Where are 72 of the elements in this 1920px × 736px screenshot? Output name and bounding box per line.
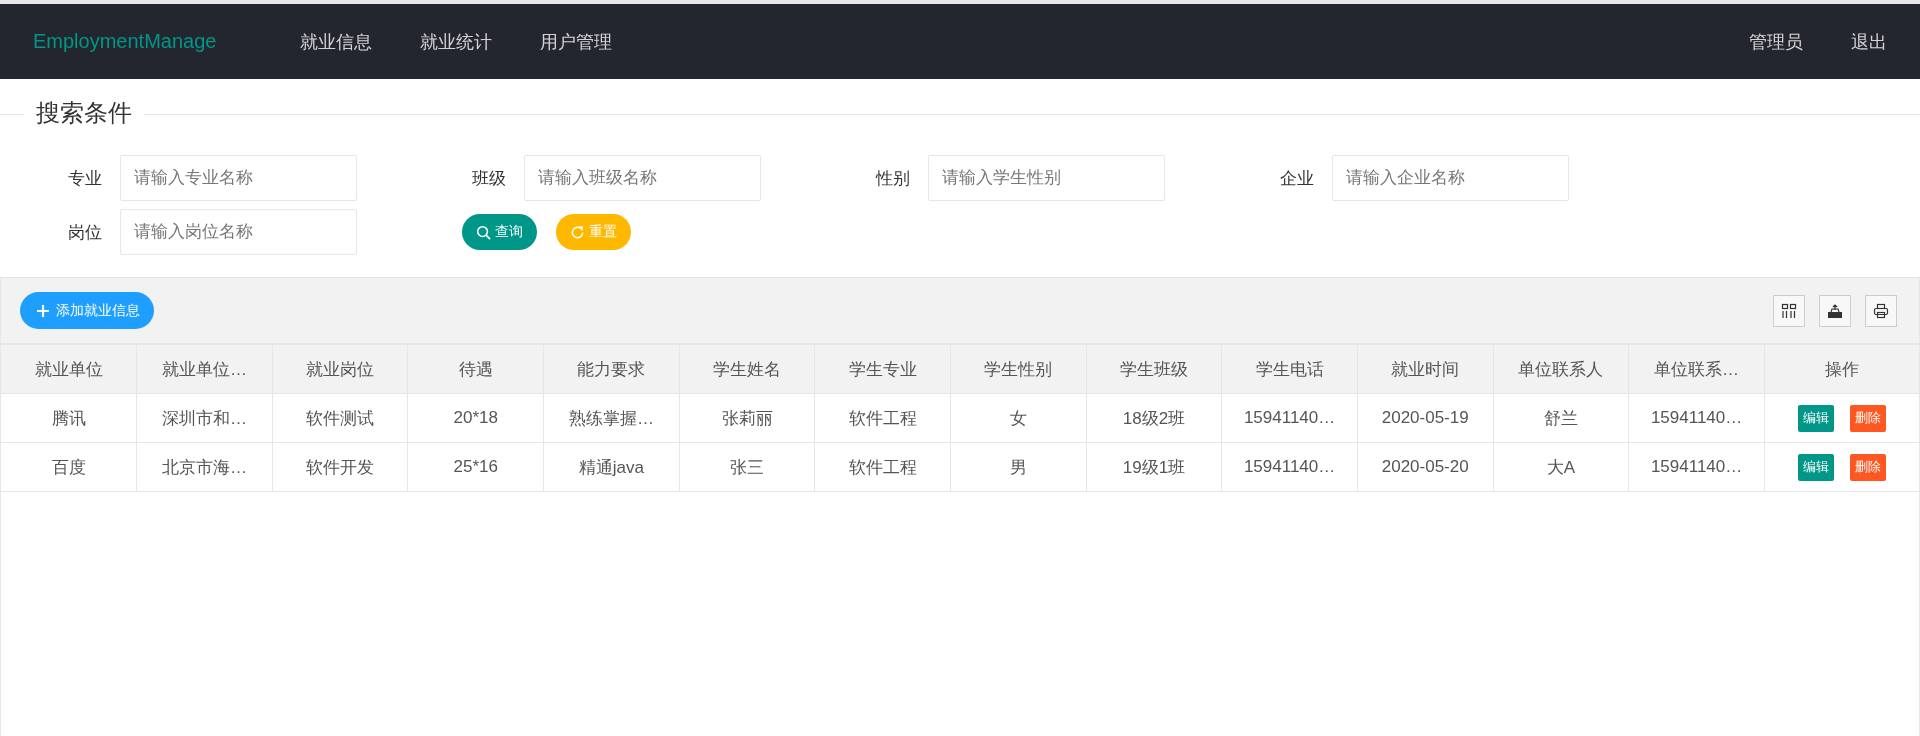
table-cell: 15941140… [1221,393,1358,443]
nav-link[interactable]: 就业统计 [420,29,492,54]
columns-icon [1781,302,1797,319]
table-cell: 北京市海… [136,442,273,492]
input-field[interactable]: 请输入企业名称 [1332,155,1569,201]
field-label: 专业 [67,167,103,190]
input-field[interactable]: 请输入专业名称 [120,155,357,201]
table-cell: 张莉丽 [679,393,815,443]
field-label: 性别 [874,167,911,190]
table-cell: 软件工程 [814,442,951,492]
table-cell: 精通java [543,442,680,492]
table-cell: 19级1班 [1086,442,1222,492]
table-cell: 舒兰 [1493,393,1629,443]
column-header: 待遇 [407,344,544,394]
field-label: 岗位 [67,221,103,244]
table-cell: 25*16 [407,442,544,492]
app-logo[interactable]: EmploymentManage [33,30,300,53]
table-cell: 18级2班 [1086,393,1222,443]
table-cell: 张三 [679,442,815,492]
column-header: 学生性别 [950,344,1087,394]
column-header: 学生电话 [1221,344,1358,394]
table-cell: 2020-05-19 [1357,393,1494,443]
table-cell: 15941140… [1628,442,1765,492]
column-header: 单位联系人 [1493,344,1629,394]
table-cell: 软件开发 [272,442,408,492]
search-button[interactable]: 查询 [462,214,537,250]
input-field[interactable]: 请输入班级名称 [524,155,761,201]
input-field[interactable]: 请输入学生性别 [928,155,1165,201]
export-button[interactable] [1819,294,1851,327]
table-cell: 深圳市和… [136,393,273,443]
delete-button[interactable]: 删除 [1850,404,1886,432]
nav-link[interactable]: 就业信息 [300,29,372,54]
column-header: 学生姓名 [679,344,815,394]
print-icon [1873,302,1889,319]
column-header: 能力要求 [543,344,680,394]
delete-button[interactable]: 删除 [1850,453,1886,481]
column-header: 学生专业 [814,344,951,394]
print-button[interactable] [1865,294,1897,327]
refresh-icon [570,224,585,240]
edit-button[interactable]: 编辑 [1798,453,1834,481]
table-cell: 百度 [1,442,137,492]
column-header: 单位联系… [1628,344,1765,394]
table-cell: 熟练掌握… [543,393,680,443]
edit-button[interactable]: 编辑 [1798,404,1834,432]
table-cell: 男 [950,442,1087,492]
column-header: 就业岗位 [272,344,408,394]
plus-icon [36,303,50,318]
add-button[interactable]: 添加就业信息 [20,292,154,329]
column-header: 就业单位 [1,344,137,394]
field-label: 企业 [1279,167,1315,190]
column-header: 操作 [1764,344,1919,394]
user-menu-link[interactable]: 管理员 [1749,29,1803,54]
column-header: 就业单位… [136,344,273,394]
table-cell: 腾讯 [1,393,137,443]
table-cell: 15941140… [1221,442,1358,492]
input-field[interactable]: 请输入岗位名称 [120,209,357,255]
table-cell: 15941140… [1628,393,1765,443]
section-title: 搜索条件 [35,98,133,128]
field-label: 班级 [471,167,507,190]
table-cell: 软件工程 [814,393,951,443]
table-cell: 大A [1493,442,1629,492]
search-icon [476,224,491,240]
table-cell: 20*18 [407,393,544,443]
table-cell: 2020-05-20 [1357,442,1494,492]
columns-button[interactable] [1773,294,1805,327]
column-header: 学生班级 [1086,344,1222,394]
export-icon [1827,302,1843,319]
user-menu-link[interactable]: 退出 [1851,29,1887,54]
table-cell: 软件测试 [272,393,408,443]
nav-link[interactable]: 用户管理 [540,29,612,54]
table-cell: 女 [950,393,1087,443]
column-header: 就业时间 [1357,344,1494,394]
